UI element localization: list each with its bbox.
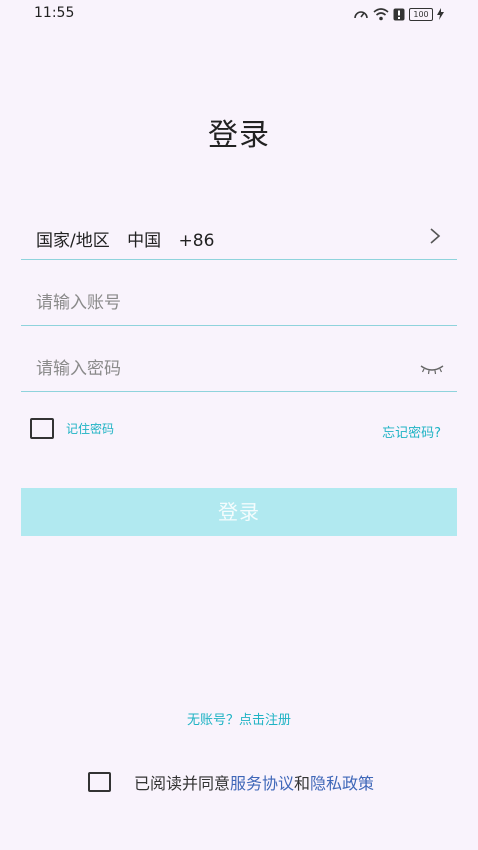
agreement-text: 已阅读并同意服务协议和隐私政策 — [134, 770, 374, 794]
region-label: 国家/地区 — [36, 231, 110, 251]
region-text: 国家/地区 中国 +86 — [36, 226, 226, 251]
eye-closed-icon[interactable] — [419, 362, 445, 376]
chevron-right-icon[interactable] — [427, 226, 443, 246]
region-selector[interactable]: 国家/地区 中国 +86 — [21, 216, 457, 260]
remember-label: 记住密码 — [66, 422, 115, 436]
agreement-and: 和 — [294, 774, 311, 793]
agreement-prefix: 已阅读并同意 — [134, 774, 231, 793]
service-agreement-link[interactable]: 服务协议 — [230, 774, 294, 793]
status-icons: 100 — [353, 6, 444, 22]
region-code: +86 — [178, 231, 215, 251]
wifi-icon — [373, 7, 389, 20]
speed-icon — [354, 11, 368, 19]
register-link[interactable]: 无账号？点击注册 — [0, 709, 478, 728]
battery-icon: 100 — [409, 7, 433, 21]
agreement-checkbox[interactable] — [88, 772, 111, 792]
remember-checkbox[interactable] — [30, 418, 54, 439]
privacy-policy-link[interactable]: 隐私政策 — [310, 774, 374, 793]
page-title: 登录 — [208, 118, 270, 153]
forgot-password-link[interactable]: 忘记密码? — [382, 422, 441, 441]
remember-password[interactable]: 记住密码 — [30, 418, 114, 439]
status-bar: 11:55 100 — [0, 0, 478, 28]
login-button[interactable]: 登录 — [21, 488, 457, 536]
alert-icon — [393, 8, 405, 20]
status-time: 11:55 — [34, 5, 75, 21]
agreement-row: 已阅读并同意服务协议和隐私政策 — [88, 770, 374, 794]
region-country: 中国 — [127, 231, 162, 251]
account-field[interactable] — [21, 282, 457, 326]
charging-icon — [437, 8, 444, 20]
password-input[interactable] — [36, 354, 406, 384]
account-input[interactable] — [36, 288, 406, 318]
password-field[interactable] — [21, 348, 457, 392]
